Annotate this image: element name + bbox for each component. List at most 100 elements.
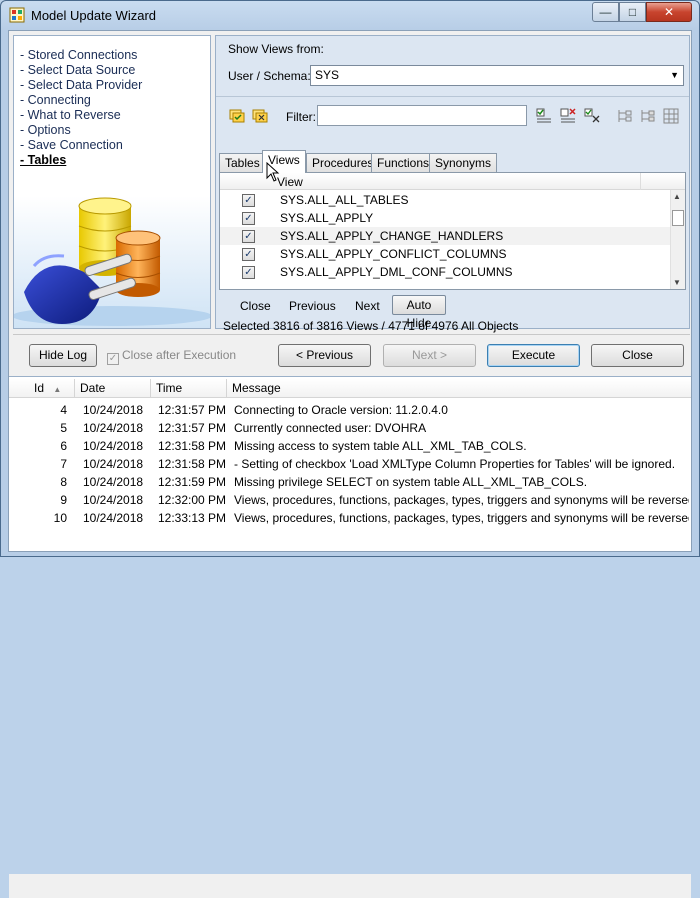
wizard-steps-panel: - Stored Connections - Select Data Sourc… <box>13 35 211 329</box>
filter-label: Filter: <box>286 110 316 124</box>
step-select-data-provider[interactable]: - Select Data Provider <box>20 78 142 93</box>
log-row-time: 12:32:00 PM <box>158 493 227 507</box>
tab-tables[interactable]: Tables <box>219 153 266 172</box>
step-tables[interactable]: - Tables <box>20 153 142 168</box>
log-row[interactable]: 6 10/24/2018 12:31:58 PM Missing access to … <box>9 437 691 455</box>
grid-close-button[interactable]: Close <box>240 296 271 316</box>
log-row-message: Views, procedures, functions, packages, … <box>234 493 689 507</box>
mouse-pointer-icon <box>266 162 280 182</box>
view-row[interactable]: ✓ SYS.ALL_APPLY_DML_CONF_COLUMNS <box>220 263 672 281</box>
hide-log-button[interactable]: Hide Log <box>29 344 97 367</box>
schema-select[interactable]: SYS ▼ <box>310 65 684 86</box>
title-bar[interactable]: Model Update Wizard — □ ✕ <box>1 1 699 29</box>
uncheck-all-button[interactable] <box>251 107 269 125</box>
views-grid: View ✓ SYS.ALL_ALL_TABLES ✓ SYS.ALL_APPLY ✓ S… <box>219 172 686 290</box>
grid-button[interactable] <box>662 107 680 125</box>
log-col-message[interactable]: Message <box>227 379 691 398</box>
log-row[interactable]: 9 10/24/2018 12:32:00 PM Views, procedures,… <box>9 491 691 509</box>
log-row[interactable]: 5 10/24/2018 12:31:57 PM Currently connecte… <box>9 419 691 437</box>
wizard-steps-list: - Stored Connections - Select Data Sourc… <box>20 48 142 168</box>
tab-procedures[interactable]: Procedures <box>306 153 380 172</box>
wizard-client-area: - Stored Connections - Select Data Sourc… <box>8 30 692 898</box>
log-row-message: - Setting of checkbox 'Load XMLType Colu… <box>234 457 676 471</box>
log-row-date: 10/24/2018 <box>83 403 144 417</box>
filter-input[interactable] <box>317 105 527 126</box>
log-row[interactable]: 4 10/24/2018 12:31:57 PM Connecting to Orac… <box>9 401 691 419</box>
close-window-button[interactable]: ✕ <box>646 2 692 22</box>
scrollbar-thumb[interactable] <box>672 210 684 226</box>
step-connecting[interactable]: - Connecting <box>20 93 142 108</box>
log-row[interactable]: 10 10/24/2018 12:33:13 PM Views, procedures… <box>9 509 691 527</box>
view-row-checkbox[interactable]: ✓ <box>242 266 255 279</box>
check-all-button[interactable] <box>228 107 246 125</box>
view-row-name: SYS.ALL_APPLY <box>280 211 374 225</box>
tab-synonyms[interactable]: Synonyms <box>429 153 498 172</box>
chevron-down-icon: ▼ <box>670 70 679 80</box>
filter-invert-button[interactable] <box>583 107 601 125</box>
log-row-date: 10/24/2018 <box>83 439 144 453</box>
close-button[interactable]: Close <box>591 344 684 367</box>
tree-collapse-button[interactable] <box>639 107 657 125</box>
scroll-up-icon[interactable]: ▲ <box>673 192 681 201</box>
step-what-to-reverse[interactable]: - What to Reverse <box>20 108 142 123</box>
close-after-execution-checkbox[interactable]: ✓ Close after Execution <box>107 348 236 365</box>
show-views-heading: Show Views from: <box>228 42 324 56</box>
scroll-down-icon[interactable]: ▼ <box>673 278 681 287</box>
log-row-time: 12:31:57 PM <box>158 421 227 435</box>
log-col-time[interactable]: Time <box>151 379 227 398</box>
grid-previous-button[interactable]: Previous <box>289 296 336 316</box>
view-row-checkbox[interactable]: ✓ <box>242 230 255 243</box>
step-save-connection[interactable]: - Save Connection <box>20 138 142 153</box>
tree-expand-icon <box>618 110 632 122</box>
log-row-id: 8 <box>60 475 67 489</box>
log-row-date: 10/24/2018 <box>83 457 144 471</box>
check-all-icon <box>229 109 245 123</box>
log-row-message: Currently connected user: DVOHRA <box>234 421 427 435</box>
step-options[interactable]: - Options <box>20 123 142 138</box>
log-row-date: 10/24/2018 <box>83 475 144 489</box>
view-row[interactable]: ✓ SYS.ALL_APPLY <box>220 209 672 227</box>
log-row-message: Connecting to Oracle version: 11.2.0.4.0 <box>234 403 448 417</box>
view-row-checkbox[interactable]: ✓ <box>242 248 255 261</box>
views-grid-scrollbar[interactable]: ▲ ▼ <box>670 190 685 289</box>
schema-label: User / Schema: <box>228 69 311 83</box>
step-stored-connections[interactable]: - Stored Connections <box>20 48 142 63</box>
header-divider <box>640 173 641 190</box>
execution-log: Id ▲ Date Time Message 4 10/24/2018 12:31:… <box>9 376 691 898</box>
minimize-icon: — <box>599 5 612 19</box>
tree-expand-button[interactable] <box>616 107 634 125</box>
close-after-execution-label: Close after Execution <box>122 348 237 362</box>
view-column-header[interactable]: View <box>277 175 303 189</box>
checkbox-checked-icon: ✓ <box>107 353 119 365</box>
step-select-data-source[interactable]: - Select Data Source <box>20 63 142 78</box>
log-row[interactable]: 7 10/24/2018 12:31:58 PM - Setting of chec… <box>9 455 691 473</box>
filter-uncheck-button[interactable] <box>559 107 577 125</box>
views-grid-header: View <box>220 173 685 190</box>
maximize-button[interactable]: □ <box>619 2 646 22</box>
view-row[interactable]: ✓ SYS.ALL_ALL_TABLES <box>220 191 672 209</box>
view-row[interactable]: ✓ SYS.ALL_APPLY_CHANGE_HANDLERS <box>220 227 672 245</box>
log-row-id: 10 <box>53 511 67 525</box>
view-row-name: SYS.ALL_APPLY_DML_CONF_COLUMNS <box>280 265 513 279</box>
execute-button[interactable]: Execute <box>487 344 580 367</box>
minimize-button[interactable]: — <box>592 2 619 22</box>
log-row-id: 7 <box>60 457 67 471</box>
log-col-date[interactable]: Date <box>75 379 151 398</box>
view-row[interactable]: ✓ SYS.ALL_APPLY_CONFLICT_COLUMNS <box>220 245 672 263</box>
view-row-checkbox[interactable]: ✓ <box>242 194 255 207</box>
log-row[interactable]: 8 10/24/2018 12:31:59 PM Missing privilege … <box>9 473 691 491</box>
log-col-id[interactable]: Id ▲ <box>9 379 75 398</box>
toolbar-divider <box>216 96 689 97</box>
log-row-time: 12:31:58 PM <box>158 439 227 453</box>
log-header: Id ▲ Date Time Message <box>9 379 691 398</box>
previous-button[interactable]: < Previous <box>278 344 371 367</box>
grid-next-button[interactable]: Next <box>355 296 380 316</box>
auto-hide-toggle[interactable]: Auto Hide <box>392 295 446 330</box>
maximize-icon: □ <box>628 5 637 19</box>
next-button[interactable]: Next > <box>383 344 476 367</box>
log-row-date: 10/24/2018 <box>83 511 144 525</box>
log-row-message: Missing privilege SELECT on system table… <box>234 475 588 489</box>
tab-functions[interactable]: Functions <box>371 153 436 172</box>
view-row-checkbox[interactable]: ✓ <box>242 212 255 225</box>
filter-check-button[interactable] <box>535 107 553 125</box>
